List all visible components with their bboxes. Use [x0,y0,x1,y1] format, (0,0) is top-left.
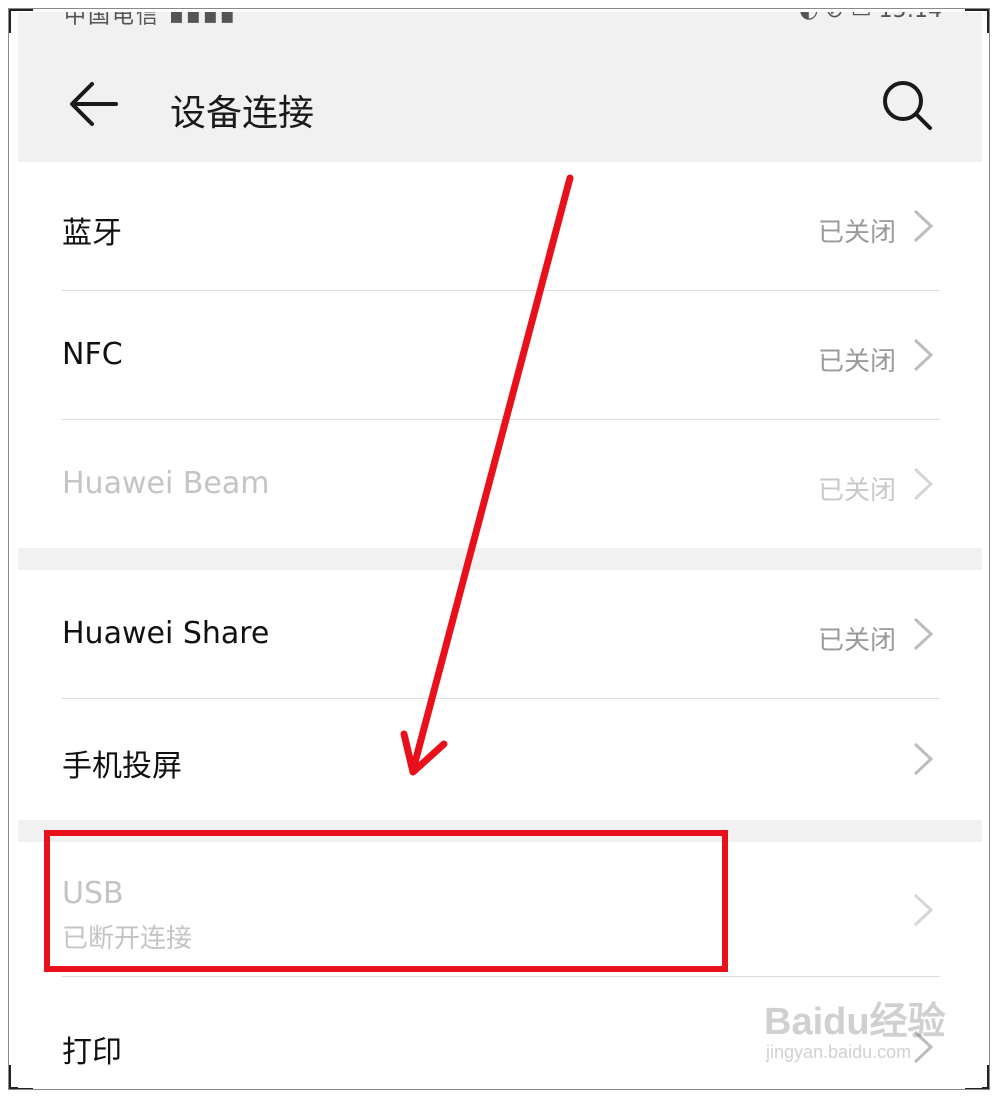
row-label: Huawei Share [62,616,270,651]
row-status: 已关闭 [817,476,896,506]
carrier-label: 中国电信 ▪▪▪▪ [64,12,237,29]
row-label: 手机投屏 [62,749,182,784]
search-icon[interactable] [880,78,936,134]
row-status: 已关闭 [817,347,896,377]
watermark-url: jingyan.baidu.com [766,1042,912,1062]
page-title: 设备连接 [170,93,315,134]
setting-row-screen-projection[interactable]: 手机投屏 [18,699,982,820]
setting-row-huawei-beam[interactable]: Huawei Beam 已关闭 [18,420,982,548]
app-header: 设备连接 [18,40,982,160]
setting-row-bluetooth[interactable]: 蓝牙 已关闭 [18,162,982,290]
setting-row-nfc[interactable]: NFC 已关闭 [18,291,982,419]
chevron-right-icon [913,467,934,501]
row-status: 已关闭 [817,218,896,248]
row-label: Huawei Beam [62,466,270,501]
settings-group-wireless: 蓝牙 已关闭 NFC 已关闭 Huawei Beam 已关闭 [18,162,982,548]
settings-group-share: Huawei Share 已关闭 手机投屏 [18,570,982,820]
status-bar: 中国电信 ▪▪▪▪ ◐ ⊘ ▭ 15:14 [18,12,982,40]
watermark-logo: Baidu经验 [764,1001,946,1043]
highlight-box [44,830,728,972]
row-label: 蓝牙 [62,216,122,251]
chevron-right-icon [913,893,934,927]
row-status: 已关闭 [817,626,896,656]
chevron-right-icon [913,338,934,372]
chevron-right-icon [913,209,934,243]
chevron-right-icon [913,742,934,776]
row-label: 打印 [62,1035,122,1070]
chevron-right-icon [913,617,934,651]
setting-row-huawei-share[interactable]: Huawei Share 已关闭 [18,570,982,698]
baidu-watermark: Baidu经验 jingyan.baidu.com [764,990,954,1080]
status-icons: ◐ ⊘ ▭ 15:14 [799,12,942,23]
back-arrow-icon[interactable] [66,76,122,132]
row-label: NFC [62,337,123,372]
